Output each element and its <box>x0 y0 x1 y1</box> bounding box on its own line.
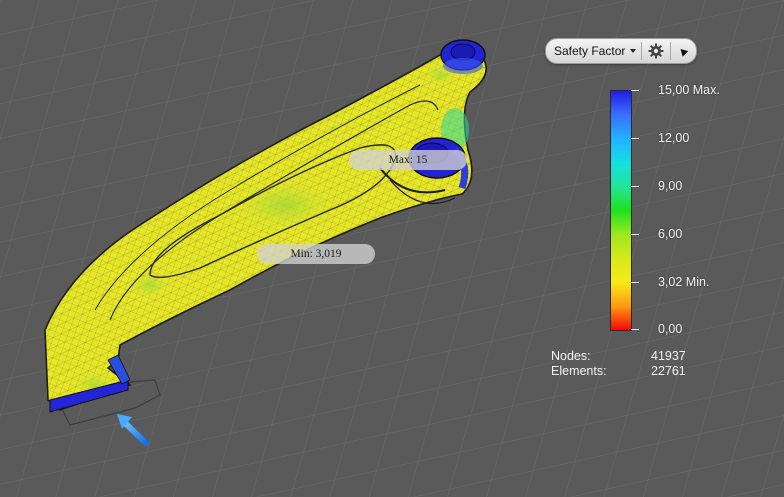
result-type-label: Safety Factor <box>554 44 626 58</box>
min-probe-label[interactable]: Min: 3,019 <box>257 244 375 264</box>
3d-viewport[interactable] <box>0 0 784 497</box>
legend-tick <box>631 234 639 235</box>
result-toolbar: Safety Factor <box>545 38 698 64</box>
triangle-up-icon <box>678 45 689 57</box>
legend-tick <box>631 138 639 139</box>
legend-tick <box>631 329 639 330</box>
legend-label-max: 15,00 Max. <box>658 83 720 97</box>
zone-green-center <box>230 177 340 233</box>
elements-value: 22761 <box>651 364 686 378</box>
elements-label: Elements: <box>551 364 607 378</box>
result-type-dropdown[interactable]: Safety Factor <box>546 39 641 63</box>
boss-top <box>440 39 486 74</box>
settings-button[interactable] <box>642 39 670 63</box>
max-probe-label[interactable]: Max: 15 <box>349 150 467 170</box>
nodes-value: 41937 <box>651 349 686 363</box>
gear-icon <box>648 43 664 59</box>
legend-label: 9,00 <box>658 179 683 193</box>
legend-tick <box>631 186 639 187</box>
elements-row: Elements: 22761 <box>551 364 686 379</box>
legend-label-min: 3,02 Min. <box>658 275 710 289</box>
mesh-stats: Nodes: 41937 Elements: 22761 <box>551 349 686 379</box>
legend-tick <box>631 90 639 91</box>
collapse-legend-button[interactable] <box>671 39 696 63</box>
legend-label: 0,00 <box>658 322 683 336</box>
legend-tick <box>631 282 639 283</box>
legend-label: 12,00 <box>658 131 690 145</box>
color-legend-bar <box>610 90 632 331</box>
legend-label: 6,00 <box>658 227 683 241</box>
model-canvas <box>0 0 784 497</box>
chevron-down-icon <box>630 49 637 53</box>
nodes-row: Nodes: 41937 <box>551 349 686 364</box>
nodes-label: Nodes: <box>551 349 591 363</box>
